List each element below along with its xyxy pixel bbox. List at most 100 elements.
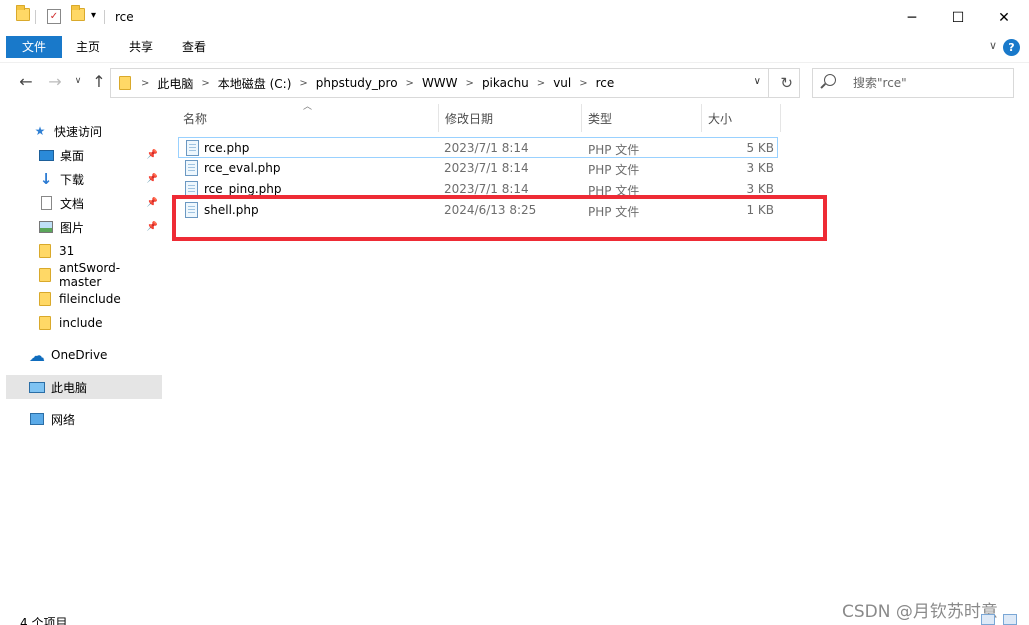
sidebar-item-label: 文档	[60, 196, 85, 211]
watermark: CSDN @月钦苏时意	[842, 602, 998, 622]
customize-toolbar-icon[interactable]: ▾	[91, 10, 96, 21]
details-view-icon[interactable]	[981, 614, 995, 625]
refresh-icon[interactable]: ↻	[780, 74, 793, 92]
sidebar-item-label: 桌面	[60, 148, 85, 163]
properties-icon[interactable]: ✓	[47, 9, 61, 24]
help-icon[interactable]: ?	[1003, 39, 1020, 56]
tab-share[interactable]: 共享	[117, 36, 165, 58]
sidebar-item-include[interactable]: include	[0, 311, 162, 335]
highlight-annotation	[172, 195, 827, 241]
sidebar-item-quick-access[interactable]: ★ 快速访问	[0, 119, 162, 143]
sidebar-item-pictures[interactable]: 图片 📌	[0, 215, 162, 239]
sidebar-item-label: 下载	[60, 172, 85, 187]
sidebar-item-label: OneDrive	[51, 348, 108, 362]
ribbon-tabs: 文件 主页 共享 查看 ∨ ?	[0, 36, 1029, 58]
search-icon	[812, 68, 852, 98]
breadcrumb-separator: >	[465, 77, 474, 89]
recent-locations-icon[interactable]: ∨	[68, 76, 88, 86]
breadcrumb-separator: >	[299, 77, 308, 89]
sidebar-item-this-pc[interactable]: 此电脑	[6, 375, 162, 399]
document-icon	[38, 196, 54, 210]
sidebar-item-label: 图片	[60, 220, 85, 235]
sidebar-item-fileinclude[interactable]: fileinclude	[0, 287, 162, 311]
sidebar-item-downloads[interactable]: ↓ 下载 📌	[0, 167, 162, 191]
divider	[104, 10, 105, 24]
sidebar-item-label: include	[59, 316, 103, 330]
tab-view[interactable]: 查看	[170, 36, 218, 58]
divider	[768, 69, 769, 97]
breadcrumb-www[interactable]: WWW	[422, 76, 458, 90]
file-row[interactable]: rce_eval.php 2023/7/1 8:14 PHP 文件 3 KB	[178, 158, 778, 179]
sidebar-item-documents[interactable]: 文档 📌	[0, 191, 162, 215]
star-icon: ★	[34, 124, 46, 138]
large-icons-view-icon[interactable]	[1003, 614, 1017, 625]
file-name: rce_eval.php	[204, 161, 281, 175]
breadcrumb-separator: >	[405, 77, 414, 89]
address-dropdown-icon[interactable]: ∨	[754, 76, 761, 87]
sidebar-item-label: 此电脑	[51, 380, 88, 395]
sidebar-item-label: 网络	[51, 412, 76, 427]
sidebar-item-label: 31	[59, 244, 75, 258]
file-size: 5 KB	[746, 141, 774, 155]
breadcrumb-separator: >	[201, 77, 210, 89]
sidebar-item-network[interactable]: 网络	[0, 407, 162, 431]
tab-file[interactable]: 文件	[6, 36, 62, 58]
tab-home[interactable]: 主页	[64, 36, 112, 58]
sidebar-item-label: 快速访问	[54, 124, 103, 139]
desktop-icon	[38, 148, 54, 162]
column-header-size[interactable]: 大小	[702, 108, 780, 130]
folder-icon	[39, 244, 51, 258]
column-header-date[interactable]: 修改日期	[439, 108, 581, 130]
close-button[interactable]: ✕	[981, 0, 1027, 36]
sidebar-item-onedrive[interactable]: ☁ OneDrive	[0, 343, 162, 367]
file-name: rce.php	[204, 141, 250, 155]
pin-icon: 📌	[146, 222, 158, 232]
file-type: PHP 文件	[588, 143, 640, 157]
sidebar-item-antsword[interactable]: antSword-master	[0, 261, 162, 289]
ribbon-collapse-icon[interactable]: ∨	[989, 39, 997, 52]
computer-icon	[29, 380, 45, 394]
breadcrumb-pikachu[interactable]: pikachu	[482, 76, 529, 90]
picture-icon	[38, 220, 54, 234]
cloud-icon: ☁	[29, 345, 45, 365]
new-folder-icon[interactable]	[71, 5, 85, 21]
breadcrumb-phpstudy[interactable]: phpstudy_pro	[316, 76, 398, 90]
breadcrumb-local-disk[interactable]: 本地磁盘 (C:)	[218, 75, 292, 92]
up-button[interactable]: ↑	[89, 72, 109, 91]
column-header-type[interactable]: 类型	[582, 108, 701, 130]
column-header-name[interactable]: 名称	[177, 108, 439, 130]
breadcrumb-this-pc[interactable]: 此电脑	[157, 75, 193, 92]
folder-icon	[119, 76, 131, 90]
breadcrumb-vul[interactable]: vul	[553, 76, 571, 90]
navigation-pane: ★ 快速访问 桌面 📌 ↓ 下载 📌 文档 📌 图片 📌 31 antSword…	[0, 100, 162, 610]
divider	[35, 10, 36, 24]
divider	[780, 104, 781, 132]
php-file-icon	[185, 160, 198, 176]
file-date: 2023/7/1 8:14	[444, 182, 529, 196]
file-type: PHP 文件	[588, 163, 640, 177]
sidebar-item-folder-31[interactable]: 31	[0, 239, 162, 263]
file-row[interactable]: rce.php 2023/7/1 8:14 PHP 文件 5 KB	[178, 137, 778, 158]
network-icon	[29, 412, 45, 426]
sidebar-item-label: antSword-master	[58, 261, 121, 289]
pin-icon: 📌	[146, 174, 158, 184]
minimize-button[interactable]: ─	[889, 0, 935, 36]
file-date: 2023/7/1 8:14	[444, 161, 529, 175]
file-size: 3 KB	[746, 161, 774, 175]
window-title: rce	[115, 10, 134, 24]
sidebar-item-desktop[interactable]: 桌面 📌	[0, 143, 162, 167]
folder-icon[interactable]	[16, 5, 30, 21]
address-bar[interactable]: > 此电脑 > 本地磁盘 (C:) > phpstudy_pro > WWW >…	[110, 68, 800, 98]
file-size: 3 KB	[746, 182, 774, 196]
sidebar-item-label: fileinclude	[59, 292, 121, 306]
breadcrumb-separator: >	[579, 77, 588, 89]
back-button[interactable]: ←	[16, 72, 36, 91]
breadcrumb-separator: >	[141, 77, 150, 89]
breadcrumb-rce[interactable]: rce	[596, 76, 615, 90]
pin-icon: 📌	[146, 198, 158, 208]
file-date: 2023/7/1 8:14	[444, 141, 529, 155]
navigation-bar: ← → ∨ ↑ > 此电脑 > 本地磁盘 (C:) > phpstudy_pro…	[0, 62, 1029, 100]
folder-icon	[39, 316, 51, 330]
forward-button[interactable]: →	[45, 72, 65, 91]
maximize-button[interactable]: ☐	[935, 0, 981, 36]
